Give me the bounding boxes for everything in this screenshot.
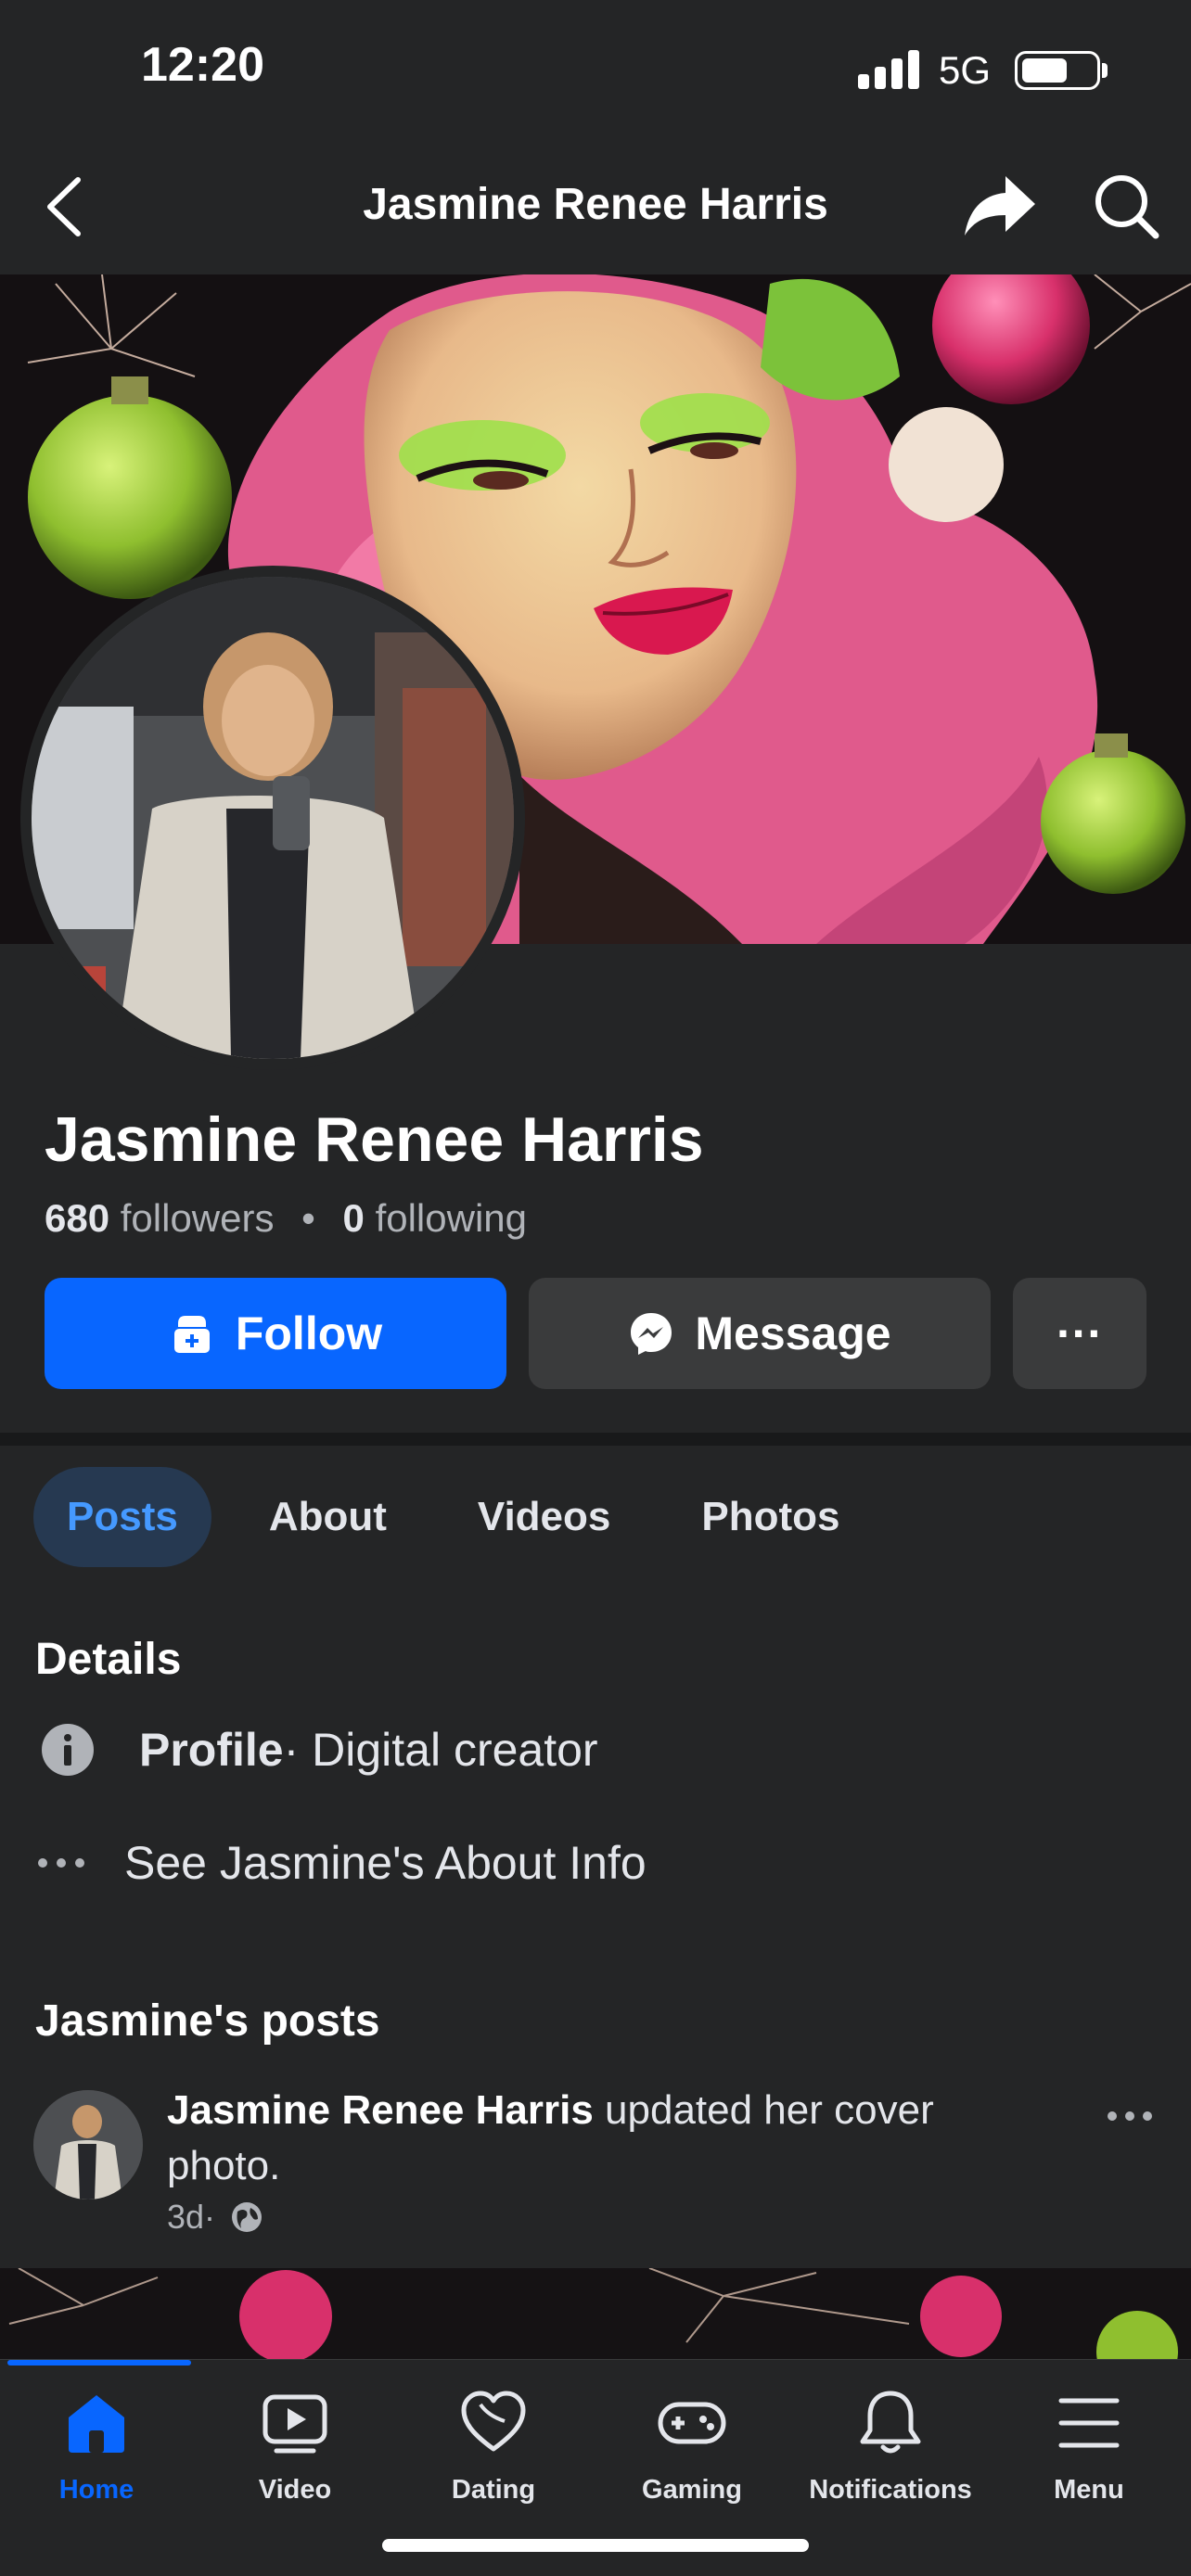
messenger-icon [631, 1313, 672, 1355]
more-options-button[interactable]: ··· [1013, 1278, 1146, 1389]
profile-tabs: Posts About Videos Photos [33, 1467, 897, 1567]
signal-icon [858, 48, 919, 89]
search-icon[interactable] [1091, 171, 1161, 241]
post-author-avatar[interactable] [33, 2090, 143, 2200]
section-divider [0, 1433, 1191, 1446]
tab-about[interactable]: About [236, 1467, 420, 1567]
info-icon [42, 1724, 94, 1776]
follow-button[interactable]: Follow [45, 1278, 506, 1389]
battery-icon [1015, 51, 1100, 90]
nav-menu-label: Menu [1054, 2475, 1124, 2505]
profile-type-label: Profile [139, 1724, 284, 1776]
following-count[interactable]: 0 [343, 1196, 365, 1240]
active-tab-indicator [7, 2360, 191, 2366]
post-headline: Jasmine Renee Harris updated her cover p… [167, 2083, 1002, 2194]
followers-label[interactable]: followers [121, 1196, 275, 1240]
following-label[interactable]: following [376, 1196, 527, 1240]
nav-notifications-label: Notifications [809, 2475, 972, 2505]
network-label: 5G [939, 48, 992, 92]
nav-home-label: Home [58, 2475, 134, 2505]
followers-count[interactable]: 680 [45, 1196, 109, 1240]
more-icon: ··· [1057, 1307, 1103, 1359]
follow-stats: 680 followers • 0 following [45, 1196, 527, 1241]
post-more-icon[interactable] [1106, 2107, 1154, 2125]
post-meta-separator: · [204, 2198, 216, 2236]
nav-notifications[interactable]: Notifications [798, 2388, 983, 2508]
follow-icon [173, 1316, 210, 1353]
nav-gaming[interactable]: Gaming [599, 2388, 785, 2508]
dating-heart-icon [461, 2391, 526, 2452]
nav-menu[interactable]: Menu [996, 2388, 1182, 2508]
status-time: 12:20 [141, 38, 264, 92]
details-title: Details [35, 1635, 182, 1684]
nav-dating-label: Dating [451, 2475, 536, 2505]
message-label: Message [695, 1307, 891, 1359]
profile-header: Jasmine Renee Harris [0, 139, 1191, 274]
nav-home[interactable]: Home [4, 2388, 189, 2508]
post-meta: 3d · [167, 2198, 263, 2237]
profile-name: Jasmine Renee Harris [45, 1104, 704, 1175]
nav-video-label: Video [258, 2475, 332, 2505]
nav-video[interactable]: Video [202, 2388, 388, 2508]
home-icon [69, 2395, 124, 2453]
post-image[interactable] [0, 2268, 1191, 2361]
status-bar: 12:20 5G [0, 0, 1191, 139]
home-indicator[interactable] [382, 2539, 809, 2552]
stats-separator: • [301, 1196, 315, 1240]
tab-videos[interactable]: Videos [444, 1467, 644, 1567]
menu-icon [1058, 2398, 1120, 2448]
video-icon [263, 2394, 327, 2454]
follow-label: Follow [235, 1307, 383, 1359]
more-dots-icon [38, 1858, 84, 1868]
see-about-row[interactable]: See Jasmine's About Info [35, 1836, 647, 1890]
message-button[interactable]: Message [529, 1278, 991, 1389]
profile-category: · Digital creator [283, 1724, 598, 1776]
nav-dating[interactable]: Dating [401, 2388, 586, 2508]
bell-icon [860, 2391, 921, 2454]
see-about-link[interactable]: See Jasmine's About Info [124, 1836, 647, 1890]
post-author[interactable]: Jasmine Renee Harris [167, 2087, 594, 2133]
profile-category-row: Profile · Digital creator [35, 1723, 598, 1777]
globe-icon [232, 2202, 263, 2232]
gamepad-icon [658, 2402, 726, 2444]
profile-picture[interactable] [32, 577, 514, 1059]
share-icon[interactable] [963, 171, 1037, 241]
nav-gaming-label: Gaming [642, 2475, 742, 2505]
tab-posts[interactable]: Posts [33, 1467, 211, 1567]
tab-photos[interactable]: Photos [668, 1467, 873, 1567]
post-time[interactable]: 3d [167, 2198, 204, 2237]
posts-title: Jasmine's posts [35, 1996, 380, 2046]
